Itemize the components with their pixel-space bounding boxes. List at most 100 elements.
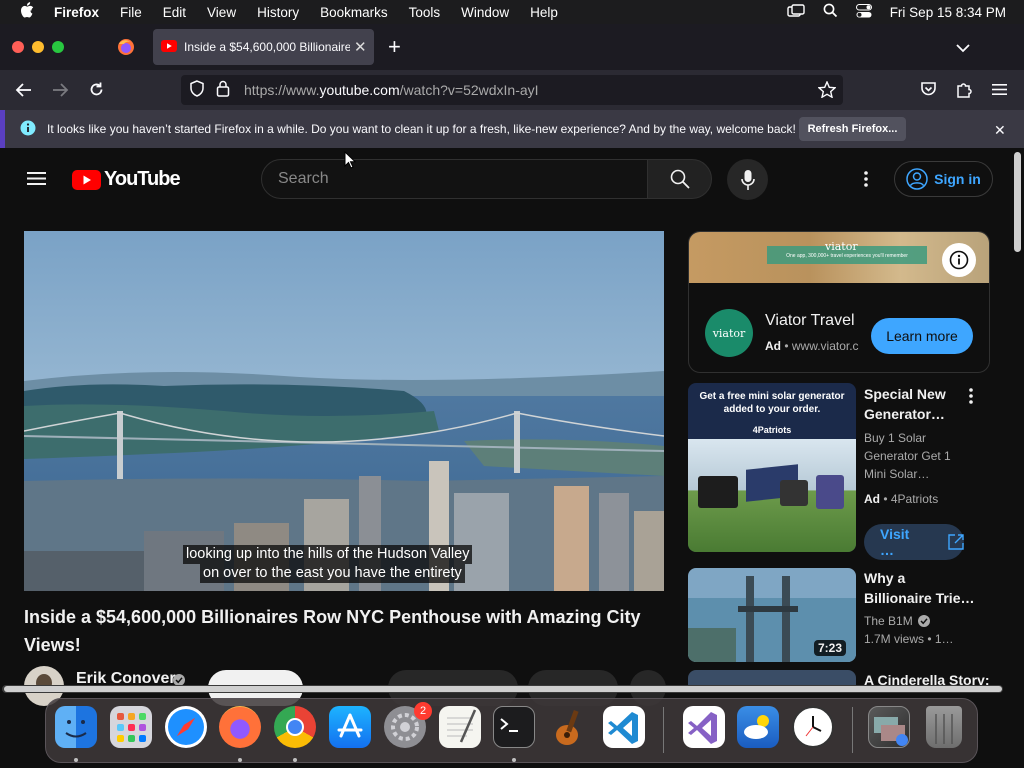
- extensions-puzzle-icon[interactable]: [956, 80, 973, 103]
- menu-tools[interactable]: Tools: [409, 5, 441, 20]
- microphone-icon: [740, 169, 755, 190]
- screen-mirror-icon[interactable]: [786, 3, 805, 21]
- menu-bookmarks[interactable]: Bookmarks: [320, 5, 388, 20]
- settings-notification-badge: 2: [414, 702, 432, 720]
- info-circle-icon: [949, 250, 969, 270]
- menu-edit[interactable]: Edit: [163, 5, 186, 20]
- pocket-icon[interactable]: [920, 81, 937, 102]
- chrome-icon[interactable]: [274, 706, 316, 748]
- firefox-view-tab-icon[interactable]: [117, 38, 135, 61]
- voice-search-button[interactable]: [727, 159, 768, 200]
- launchpad-icon[interactable]: [110, 706, 152, 748]
- vscode-icon[interactable]: [603, 706, 645, 748]
- menu-history[interactable]: History: [257, 5, 299, 20]
- menu-file[interactable]: File: [120, 5, 142, 20]
- downloads-stack-icon[interactable]: [868, 706, 910, 748]
- thumb-brand: 4Patriots: [752, 425, 792, 435]
- youtube-play-logo-icon: [72, 169, 101, 190]
- ad-info-button[interactable]: [942, 243, 976, 277]
- notification-close-icon[interactable]: ✕: [994, 122, 1006, 139]
- guide-menu-icon[interactable]: [27, 171, 46, 191]
- sidebar-ad-meta: Ad • 4Patriots: [864, 492, 939, 506]
- window-close-button[interactable]: [12, 41, 24, 53]
- menu-help[interactable]: Help: [530, 5, 558, 20]
- sidebar-video-thumbnail-partial[interactable]: [688, 670, 856, 686]
- trash-icon[interactable]: [926, 706, 962, 748]
- sidebar-ad-title[interactable]: Special New Generator…: [864, 384, 946, 424]
- tab-close-icon[interactable]: ✕: [354, 38, 367, 56]
- caption-line-2: on over to the east you have the entiret…: [200, 564, 465, 583]
- window-minimize-button[interactable]: [32, 41, 44, 53]
- settings-more-icon[interactable]: [863, 171, 869, 192]
- advertiser-logo: viator: [705, 309, 753, 357]
- caption-line-1: looking up into the hills of the Hudson …: [183, 545, 473, 564]
- ad-banner-tagline: One app, 300,000+ travel experiences you…: [786, 253, 908, 259]
- apple-menu-icon[interactable]: [20, 2, 34, 22]
- tab-title: Inside a $54,600,000 Billionaire: [184, 40, 350, 54]
- sidebar-video-thumbnail[interactable]: 7:23: [688, 568, 856, 662]
- tab-youtube-video[interactable]: Inside a $54,600,000 Billionaire ✕: [153, 29, 374, 65]
- vertical-scrollbar-thumb[interactable]: [1014, 152, 1021, 252]
- clock-icon[interactable]: [792, 706, 834, 748]
- mouse-cursor-icon: [344, 150, 357, 174]
- app-store-icon[interactable]: [329, 706, 371, 748]
- window-zoom-button[interactable]: [52, 41, 64, 53]
- account-icon: [906, 168, 928, 190]
- sidebar-video-title[interactable]: Why a Billionaire Trie…: [864, 568, 974, 608]
- sidebar-ad-more-icon[interactable]: [968, 388, 974, 409]
- tracking-protection-shield-icon[interactable]: [189, 80, 205, 100]
- finder-icon[interactable]: [55, 706, 97, 748]
- sidebar-video-title-partial[interactable]: A Cinderella Story:: [864, 670, 990, 686]
- menubar-clock[interactable]: Fri Sep 15 8:34 PM: [890, 5, 1006, 20]
- sign-in-button[interactable]: Sign in: [894, 161, 993, 197]
- url-bar[interactable]: https://www.youtube.com/watch?v=52wdxIn-…: [181, 75, 843, 105]
- verified-badge-icon: [917, 615, 930, 627]
- companion-ad-card[interactable]: viator One app, 300,000+ travel experien…: [688, 231, 990, 373]
- menu-view[interactable]: View: [207, 5, 236, 20]
- forward-arrow-icon[interactable]: [51, 82, 69, 103]
- video-duration: 7:23: [814, 640, 847, 656]
- video-player[interactable]: looking up into the hills of the Hudson …: [24, 231, 664, 591]
- menu-window[interactable]: Window: [461, 5, 509, 20]
- reload-icon[interactable]: [88, 81, 105, 103]
- spotlight-search-icon[interactable]: [823, 3, 838, 21]
- visual-studio-icon[interactable]: [683, 706, 725, 748]
- back-arrow-icon[interactable]: [15, 82, 33, 103]
- sidebar-video-meta: 1.7M views • 1…: [864, 632, 954, 646]
- youtube-wordmark: YouTube: [104, 168, 181, 190]
- ad-banner-brand: viator: [825, 240, 858, 253]
- control-center-icon[interactable]: [855, 3, 872, 21]
- refresh-firefox-button[interactable]: Refresh Firefox...: [799, 117, 906, 141]
- video-title: Inside a $54,600,000 Billionaires Row NY…: [24, 607, 641, 655]
- video-frame-hudson-valley: [24, 231, 664, 591]
- open-external-icon: [948, 534, 964, 550]
- search-button[interactable]: [647, 159, 712, 199]
- horizontal-scrollbar-thumb[interactable]: [4, 686, 1002, 692]
- list-all-tabs-icon[interactable]: [956, 40, 970, 58]
- sidebar-ad-description: Buy 1 Solar Generator Get 1 Mini Solar…: [864, 431, 951, 481]
- dock-separator: [663, 707, 664, 753]
- notification-message: It looks like you haven’t started Firefo…: [47, 122, 796, 136]
- weather-icon[interactable]: [737, 706, 779, 748]
- firefox-icon[interactable]: [219, 706, 261, 748]
- youtube-logo[interactable]: YouTube: [72, 168, 181, 191]
- menu-bar: Firefox File Edit View History Bookmarks…: [0, 0, 1024, 24]
- learn-more-button[interactable]: Learn more: [871, 318, 973, 354]
- hamburger-menu-icon[interactable]: [992, 83, 1007, 101]
- search-icon: [670, 169, 690, 189]
- terminal-icon[interactable]: [493, 706, 535, 748]
- dock-separator: [852, 707, 853, 753]
- sidebar-video-channel[interactable]: The B1M: [864, 612, 930, 630]
- visit-site-button[interactable]: Visit …: [864, 524, 964, 560]
- thumb-text: Get a free mini solar generator added to…: [699, 391, 845, 415]
- new-tab-button[interactable]: +: [388, 36, 401, 58]
- sidebar-ad-thumbnail[interactable]: Get a free mini solar generator added to…: [688, 383, 856, 552]
- padlock-icon[interactable]: [216, 80, 230, 100]
- textedit-icon[interactable]: [439, 706, 481, 748]
- garageband-icon[interactable]: [548, 706, 590, 748]
- bookmark-star-icon[interactable]: [817, 80, 837, 103]
- info-icon: [20, 120, 36, 139]
- app-menu-firefox[interactable]: Firefox: [54, 5, 99, 20]
- search-input[interactable]: Search: [261, 159, 648, 199]
- safari-icon[interactable]: [165, 706, 207, 748]
